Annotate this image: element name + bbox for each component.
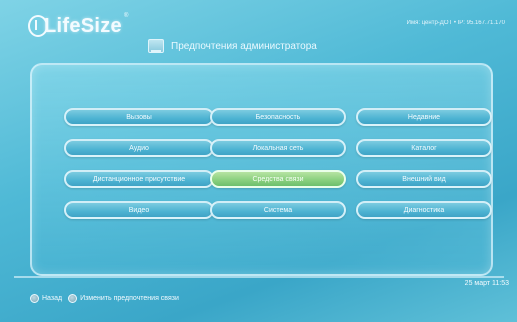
change-label: Изменить предпочтения связи bbox=[80, 295, 179, 302]
device-info: Имя: центр-ДОТ • IP: 95.167.71.170 bbox=[406, 20, 505, 26]
change-hint[interactable]: Изменить предпочтения связи bbox=[68, 294, 179, 303]
menu-video-button[interactable]: Видео bbox=[64, 201, 214, 219]
menu-telepresence-button[interactable]: Дистанционное присутствие bbox=[64, 170, 214, 188]
logo-registered-mark: ® bbox=[124, 13, 129, 19]
monitor-icon bbox=[148, 39, 164, 53]
menu-recent-button[interactable]: Недавние bbox=[356, 108, 492, 126]
footer-hints: Назад Изменить предпочтения связи bbox=[30, 294, 179, 303]
menu-appearance-button[interactable]: Внешний вид bbox=[356, 170, 492, 188]
menu-communications-button[interactable]: Средства связи bbox=[210, 170, 346, 188]
menu-directory-button[interactable]: Каталог bbox=[356, 139, 492, 157]
back-label: Назад bbox=[42, 295, 63, 302]
menu-calls-button[interactable]: Вызовы bbox=[64, 108, 214, 126]
menu-diagnostics-button[interactable]: Диагностика bbox=[356, 201, 492, 219]
menu-audio-button[interactable]: Аудио bbox=[64, 139, 214, 157]
menu-lan-button[interactable]: Локальная сеть bbox=[210, 139, 346, 157]
app-logo: LifeSize bbox=[44, 15, 122, 37]
page-title-text: Предпочтения администратора bbox=[171, 40, 317, 52]
divider bbox=[14, 276, 504, 278]
menu-security-button[interactable]: Безопасность bbox=[210, 108, 346, 126]
datetime: 25 март 11:53 bbox=[464, 280, 509, 287]
remote-button-icon bbox=[30, 294, 39, 303]
page-title: Предпочтения администратора bbox=[148, 38, 358, 54]
menu-system-button[interactable]: Система bbox=[210, 201, 346, 219]
back-hint[interactable]: Назад bbox=[30, 294, 62, 303]
remote-button-icon bbox=[68, 294, 78, 303]
